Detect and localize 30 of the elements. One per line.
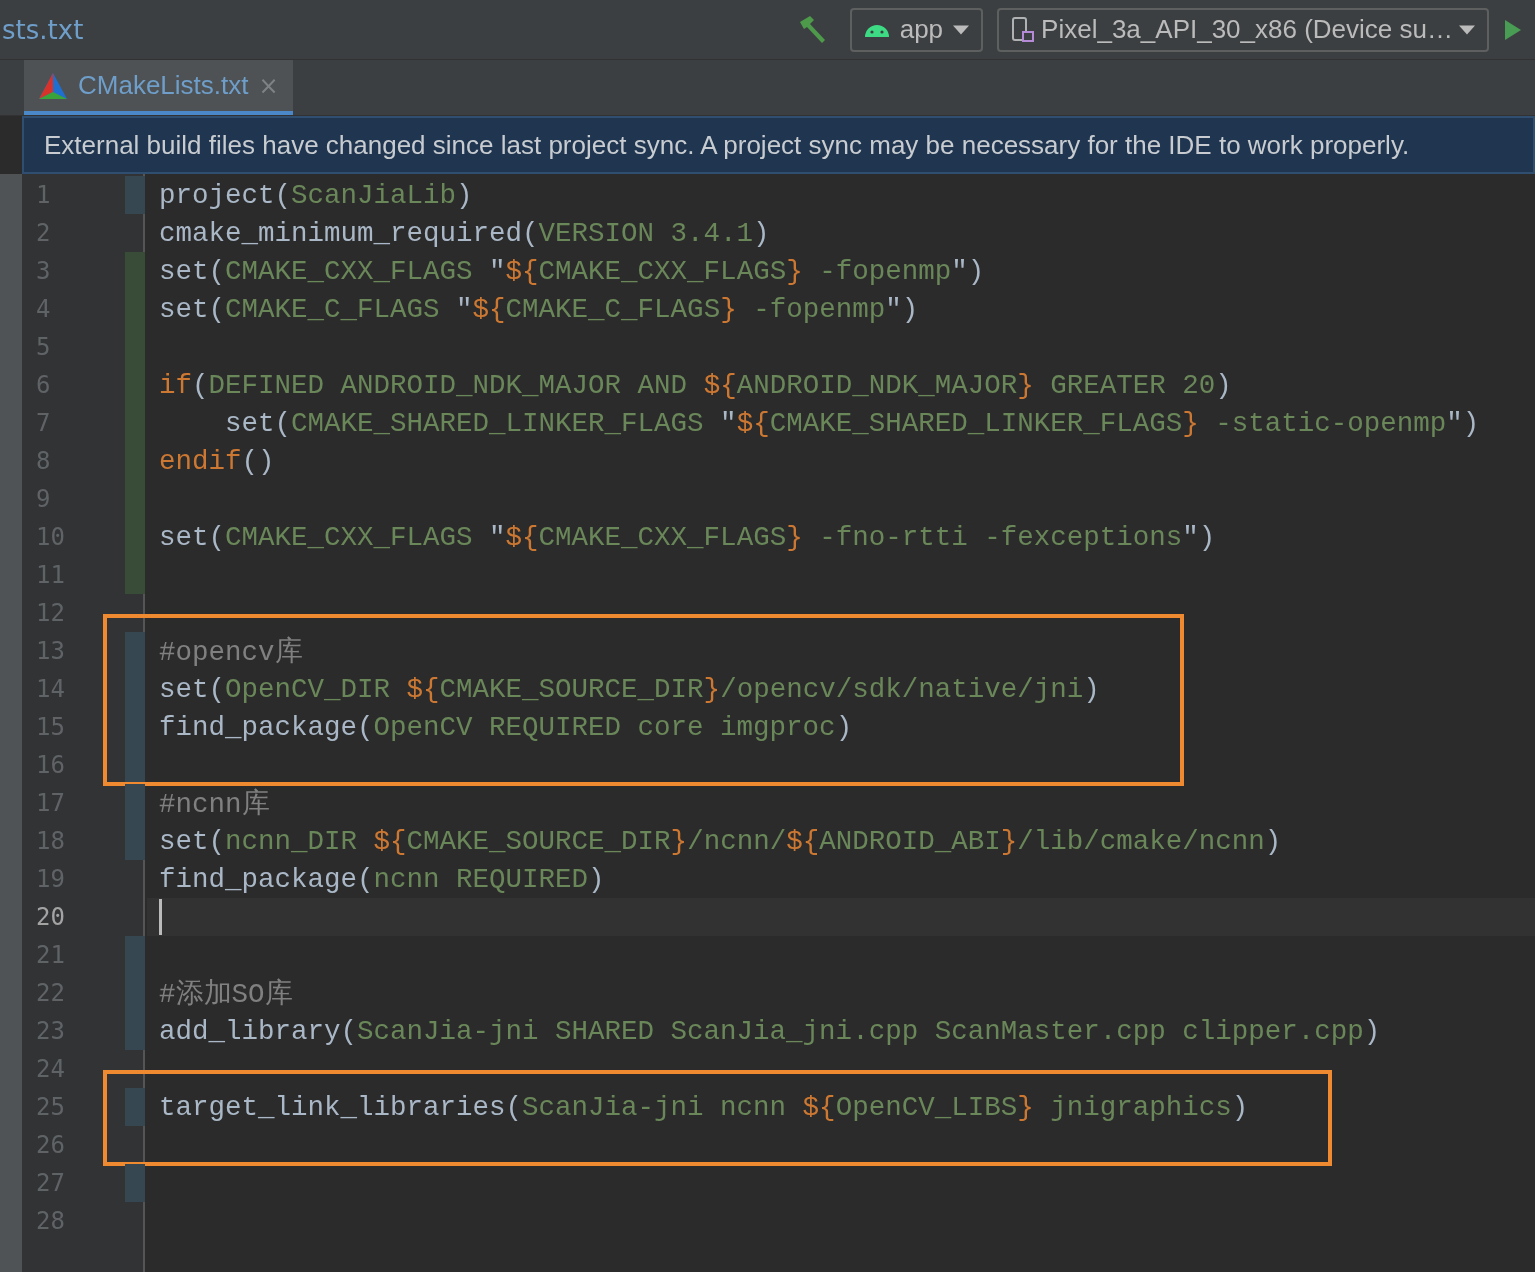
close-icon[interactable]: ×	[258, 71, 279, 100]
code-line: endif()	[159, 445, 275, 477]
device-dropdown[interactable]: Pixel_3a_API_30_x86 (Device su…	[997, 7, 1489, 52]
caret-icon	[953, 24, 970, 35]
code-line: #opencv库	[159, 635, 303, 669]
triangle-icon	[38, 71, 68, 100]
sync-notification: External build files have changed since last project sync. A project sync may be necessary for the IDE to work properly.	[22, 116, 1535, 174]
code-line: set(CMAKE_CXX_FLAGS "${CMAKE_CXX_FLAGS} -fopenmp")	[159, 255, 985, 287]
run-config-dropdown[interactable]: app	[849, 7, 984, 52]
code-line: find_package(ncnn REQUIRED)	[159, 863, 605, 895]
line-number: 20	[35, 902, 66, 933]
code-line: set(CMAKE_C_FLAGS "${CMAKE_C_FLAGS} -fopenmp")	[159, 293, 919, 325]
code-line: if(DEFINED ANDROID_NDK_MAJOR AND ${ANDROID_NDK_MAJOR} GREATER 20)	[159, 369, 1232, 401]
caret-icon	[1459, 24, 1475, 35]
text-cursor	[159, 899, 162, 935]
code-line: add_library(ScanJia-jni SHARED ScanJia_jni.cpp ScanMaster.cpp clipper.cpp)	[159, 1015, 1381, 1047]
code-line: set(CMAKE_CXX_FLAGS "${CMAKE_CXX_FLAGS} -fno-rtti -fexceptions")	[159, 521, 1216, 553]
code-line: #ncnn库	[159, 787, 270, 821]
code-line: project(ScanJiaLib)	[159, 179, 473, 211]
code-line: set(ncnn_DIR ${CMAKE_SOURCE_DIR}/ncnn/${ANDROID_ABI}/lib/cmake/ncnn)	[159, 825, 1282, 857]
code-line: set(OpenCV_DIR ${CMAKE_SOURCE_DIR}/opencv/sdk/native/jni)	[159, 673, 1100, 705]
run-icon[interactable]	[1503, 17, 1523, 42]
code-line: target_link_libraries(ScanJia-jni ncnn ${OpenCV_LIBS} jnigraphics)	[159, 1091, 1249, 1123]
phone-icon	[1011, 15, 1036, 44]
editor-tab[interactable]: CMakeLists.txt ×	[24, 60, 293, 115]
code-line: #添加SO库	[159, 977, 293, 1011]
code-line: cmake_minimum_required(VERSION 3.4.1)	[159, 217, 770, 249]
code-line: set(CMAKE_SHARED_LINKER_FLAGS "${CMAKE_SHARED_LINKER_FLAGS} -static-openmp")	[224, 407, 1480, 439]
file-name[interactable]: sts.txt	[2, 14, 84, 45]
code-line: find_package(OpenCV REQUIRED core imgproc)	[159, 711, 853, 743]
